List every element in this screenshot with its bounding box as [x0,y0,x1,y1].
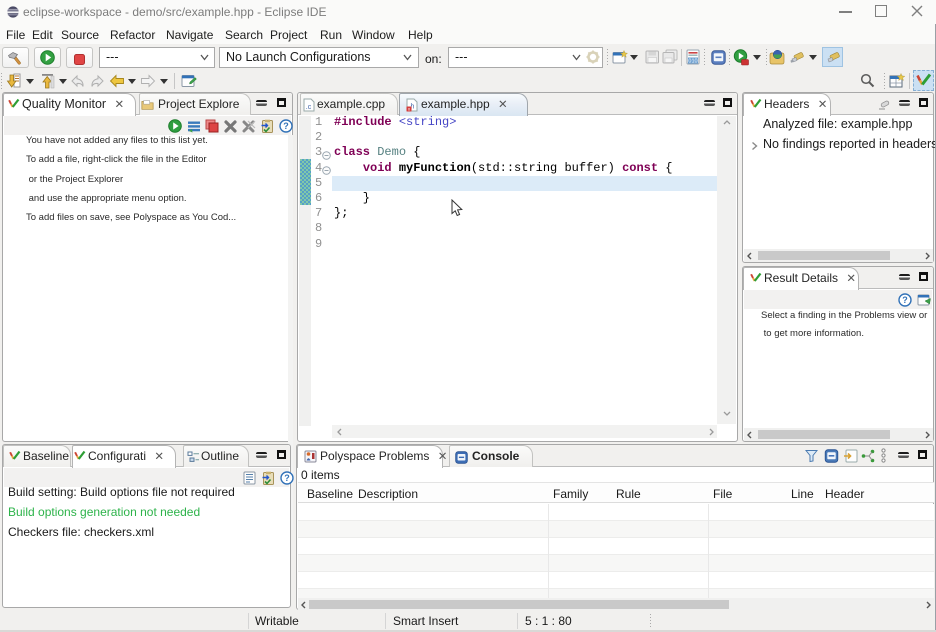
svg-text:.c: .c [306,104,312,111]
svg-text:010: 010 [688,58,697,64]
svg-text:?: ? [283,121,289,131]
svg-text:?: ? [284,473,290,483]
svg-text:?: ? [902,295,908,305]
